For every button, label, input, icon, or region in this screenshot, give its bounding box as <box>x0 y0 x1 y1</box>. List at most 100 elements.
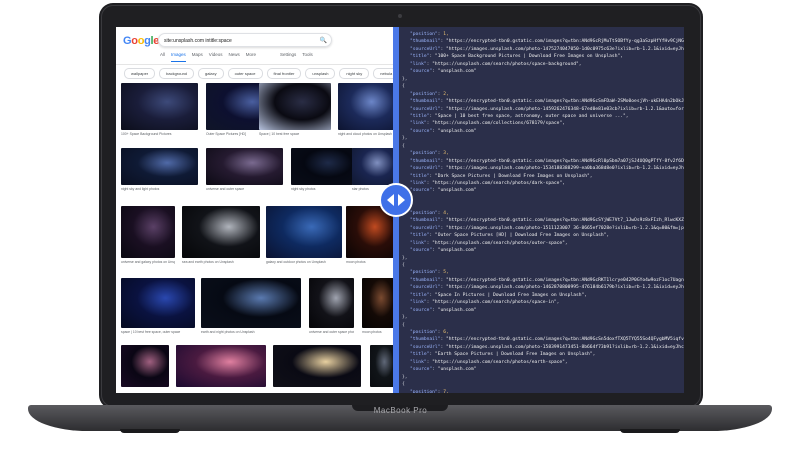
brand-label: MacBook Pro <box>373 406 428 415</box>
json-line: "title": "Dark Space Pictures | Download… <box>410 173 593 179</box>
suggestion-chip[interactable]: unsplash <box>305 68 336 79</box>
json-line: { <box>402 143 405 149</box>
json-line: "thumbnail": "https://encrypted-tbn0.gst… <box>410 158 684 164</box>
json-line: "position": 4, <box>410 210 449 216</box>
json-line: "source": "unsplash.com" <box>410 367 477 373</box>
image-caption: space | 10 best free space, outer space <box>121 330 181 334</box>
suggestion-chips: wallpaper background galaxy outer space fina… <box>124 68 426 79</box>
json-line: }, <box>402 136 408 142</box>
image-result[interactable] <box>121 83 198 130</box>
json-line: "thumbnail": "https://encrypted-tbn0.gst… <box>410 337 684 343</box>
json-results-pane: "position": 1, "thumbnail": "https://encr… <box>396 27 684 393</box>
image-result[interactable] <box>201 278 301 328</box>
json-line: }, <box>402 315 408 321</box>
json-line: "position": 2, <box>410 91 449 97</box>
image-result[interactable] <box>259 83 331 130</box>
json-line: "source": "unsplash.com" <box>410 188 477 194</box>
json-line: "position": 1, <box>410 32 449 37</box>
image-caption: universe and outer space <box>206 187 245 191</box>
suggestion-chip[interactable]: outer space <box>227 68 263 79</box>
image-caption: universe and galaxy photos on Unsplash <box>121 260 175 264</box>
json-line: "position": 5, <box>410 270 449 276</box>
image-result[interactable] <box>309 278 354 328</box>
tab-all[interactable]: All <box>160 52 165 62</box>
json-line: { <box>402 84 405 90</box>
json-line: }, <box>402 76 408 82</box>
suggestion-chip[interactable]: background <box>159 68 195 79</box>
tab-images[interactable]: Images <box>171 52 186 62</box>
tab-settings[interactable]: Settings <box>280 52 296 62</box>
suggestion-chip[interactable]: final frontier <box>266 68 302 79</box>
left-right-arrows-icon <box>387 194 405 206</box>
json-line: "link": "https://unsplash.com/search/pho… <box>410 181 565 186</box>
image-result[interactable] <box>338 83 394 130</box>
tab-maps[interactable]: Maps <box>192 52 203 62</box>
image-result[interactable] <box>362 278 394 328</box>
json-line: "sourceUrl": "https://images.unsplash.co… <box>410 285 684 291</box>
google-header: Google site:unsplash.com intitle:space 🔍… <box>116 27 396 65</box>
json-line: { <box>402 322 405 328</box>
image-result[interactable] <box>176 345 266 387</box>
laptop-screen: Google site:unsplash.com intitle:space 🔍… <box>116 27 684 393</box>
json-line: { <box>402 262 405 268</box>
image-caption: night sky and light photos <box>121 187 160 191</box>
laptop-foot-left <box>120 429 180 433</box>
laptop-foot-right <box>620 429 680 433</box>
json-line: "link": "https://unsplash.com/search/pho… <box>410 359 568 365</box>
suggestion-chip[interactable]: galaxy <box>198 68 224 79</box>
image-result[interactable] <box>291 148 353 185</box>
google-images-pane: Google site:unsplash.com intitle:space 🔍… <box>116 27 426 393</box>
image-caption: universe and outer space photos on Unspl… <box>309 330 354 334</box>
json-line: "sourceUrl": "https://images.unsplash.co… <box>410 166 684 172</box>
image-caption: moon photos <box>346 260 366 264</box>
json-line: "sourceUrl": "https://images.unsplash.co… <box>410 225 684 231</box>
image-caption: moon photos <box>362 330 382 334</box>
compare-slider-handle[interactable] <box>379 183 413 217</box>
json-line: "link": "https://unsplash.com/search/pho… <box>410 240 568 246</box>
suggestion-chip[interactable]: night sky <box>339 68 370 79</box>
camera-icon <box>398 14 402 18</box>
image-result[interactable] <box>352 148 394 185</box>
json-line: }, <box>402 255 408 261</box>
tab-more[interactable]: More <box>246 52 256 62</box>
image-result[interactable] <box>121 345 169 387</box>
image-result[interactable] <box>121 278 195 328</box>
tab-videos[interactable]: Videos <box>209 52 223 62</box>
json-line: { <box>402 382 405 388</box>
image-result[interactable] <box>266 206 342 258</box>
header-divider <box>116 64 396 65</box>
json-line: }, <box>402 374 408 380</box>
google-logo[interactable]: Google <box>123 35 159 47</box>
json-line: "thumbnail": "https://encrypted-tbn0.gst… <box>410 39 684 45</box>
image-caption: night sky photos <box>291 187 316 191</box>
json-line: "source": "unsplash.com" <box>410 69 477 75</box>
json-line: "link": "https://unsplash.com/collection… <box>410 121 565 127</box>
image-caption: Space | 10 best free space <box>259 132 300 136</box>
json-line: "title": "100+ Space Background Pictures… <box>410 54 623 60</box>
json-line: "link": "https://unsplash.com/search/pho… <box>410 61 582 67</box>
image-result[interactable] <box>370 345 394 387</box>
image-result[interactable] <box>273 345 361 387</box>
image-result[interactable] <box>182 206 260 258</box>
json-line: "source": "unsplash.com" <box>410 248 477 254</box>
image-caption: 100+ Space Background Pictures <box>121 132 172 136</box>
json-line: "thumbnail": "https://encrypted-tbn0.gst… <box>410 277 684 283</box>
json-line: "title": "Space | 10 best free space, as… <box>410 113 629 119</box>
tab-news[interactable]: News <box>228 52 239 62</box>
search-icon[interactable]: 🔍 <box>320 34 327 48</box>
tab-tools[interactable]: Tools <box>302 52 313 62</box>
json-line: "sourceUrl": "https://images.unsplash.co… <box>410 46 684 52</box>
image-result[interactable] <box>206 148 283 185</box>
image-result[interactable] <box>121 148 198 185</box>
image-caption: earth and night photos on Unsplash <box>201 330 255 334</box>
suggestion-chip[interactable]: wallpaper <box>124 68 156 79</box>
json-line: "thumbnail": "https://encrypted-tbn0.gst… <box>410 218 684 224</box>
logo-letter: G <box>123 35 132 47</box>
json-line: "title": "Earth Space Pictures | Downloa… <box>410 352 596 358</box>
json-line: "title": "Space In Pictures | Download F… <box>410 292 588 298</box>
search-query: site:unsplash.com intitle:space <box>164 38 232 44</box>
image-caption: sea and earth photos on Unsplash <box>182 260 234 264</box>
search-input[interactable]: site:unsplash.com intitle:space 🔍 <box>158 33 332 47</box>
image-result[interactable] <box>121 206 175 258</box>
json-line: "source": "unsplash.com" <box>410 307 477 313</box>
